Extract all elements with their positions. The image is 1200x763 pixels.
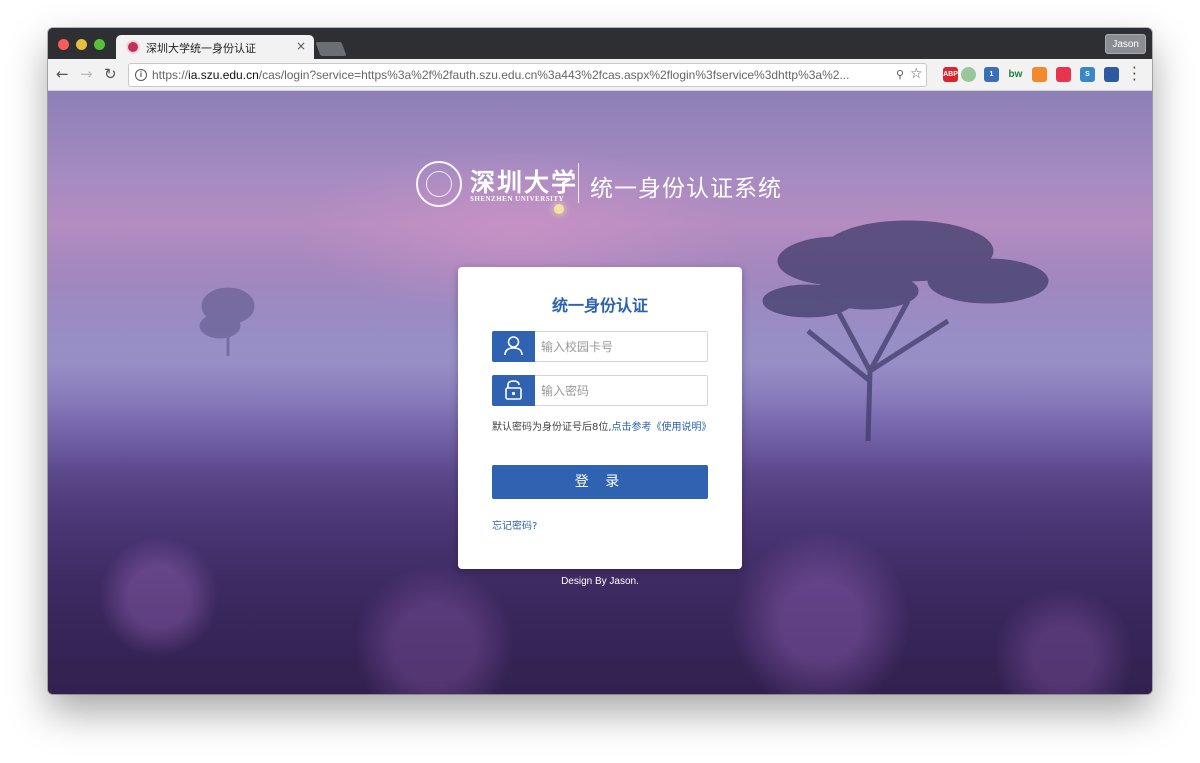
close-window-button[interactable] <box>58 39 69 50</box>
password-field[interactable] <box>492 375 708 406</box>
forgot-password-link[interactable]: 忘记密码? <box>492 517 537 532</box>
username-field[interactable] <box>492 331 708 362</box>
browser-window: 深圳大学统一身份认证 × Jason ← → ↻ i https://ia.sz… <box>48 28 1152 694</box>
abp-icon[interactable]: ABP <box>943 67 958 82</box>
minimize-window-button[interactable] <box>76 39 87 50</box>
info-icon[interactable]: i <box>135 69 147 81</box>
password-input[interactable] <box>541 381 701 401</box>
university-name-en: SHENZHEN UNIVERSITY <box>470 195 565 203</box>
address-bar[interactable]: i https://ia.szu.edu.cn/cas/login?servic… <box>128 63 927 87</box>
forward-arrow-icon[interactable]: → <box>80 65 93 83</box>
green-dot-icon[interactable] <box>961 67 976 82</box>
new-tab-button[interactable] <box>315 42 347 56</box>
maximize-window-button[interactable] <box>94 39 105 50</box>
key-icon[interactable]: ⚲ <box>896 68 904 81</box>
arrow-extension-icon[interactable] <box>1104 67 1119 82</box>
s-extension-icon[interactable]: S <box>1080 67 1095 82</box>
url-path: /cas/login?service=https%3a%2f%2fauth.sz… <box>258 68 850 82</box>
login-card: 统一身份认证 输入校园卡号 默认密码为身份证号后8位,点击参考《使用说明》 登 … <box>458 267 742 569</box>
large-tree-icon <box>762 220 1049 442</box>
unlock-icon <box>492 375 535 406</box>
small-tree-icon <box>199 287 255 356</box>
design-credit: Design By Jason. <box>561 576 639 587</box>
bw-icon[interactable]: bw <box>1008 67 1023 82</box>
url-scheme: https:// <box>152 68 189 82</box>
password-hint: 默认密码为身份证号后8位,点击参考《使用说明》 <box>492 420 712 435</box>
profile-button[interactable]: Jason <box>1105 34 1146 54</box>
url-host: ia.szu.edu.cn <box>188 68 259 82</box>
sun-glow <box>554 204 564 214</box>
checkmark-extension-icon[interactable] <box>1056 67 1071 82</box>
university-name-cn: 深圳大学 <box>470 168 579 197</box>
back-arrow-icon[interactable]: ← <box>56 65 69 83</box>
tab-title: 深圳大学统一身份认证 <box>146 42 256 55</box>
tab-close-icon[interactable]: × <box>296 39 306 53</box>
usage-guide-link[interactable]: 点击参考《使用说明》 <box>612 422 712 433</box>
university-seal-icon <box>416 161 462 207</box>
browser-menu-icon[interactable]: · · · <box>1132 61 1137 88</box>
orange-extension-icon[interactable] <box>1032 67 1047 82</box>
system-name: 统一身份认证系统 <box>590 176 782 202</box>
url-text[interactable]: https://ia.szu.edu.cn/cas/login?service=… <box>152 68 849 82</box>
user-icon <box>492 331 535 362</box>
username-input[interactable] <box>541 337 701 357</box>
badge-extension-icon[interactable]: 1 <box>984 67 999 82</box>
browser-toolbar: ← → ↻ i https://ia.szu.edu.cn/cas/login?… <box>48 59 1152 91</box>
logo-divider <box>578 163 579 203</box>
login-page: 深圳大学 SHENZHEN UNIVERSITY 统一身份认证系统 统一身份认证 <box>48 91 1152 694</box>
szu-favicon-icon <box>126 40 140 54</box>
login-title: 统一身份认证 <box>551 296 648 315</box>
bookmark-star-icon[interactable]: ☆ <box>910 66 923 82</box>
tab-strip: 深圳大学统一身份认证 × Jason <box>48 28 1152 59</box>
hint-text: 默认密码为身份证号后8位, <box>492 422 612 433</box>
reload-icon[interactable]: ↻ <box>104 65 117 83</box>
tab-szu-auth[interactable]: 深圳大学统一身份认证 × <box>116 35 314 59</box>
login-button[interactable]: 登 录 <box>492 465 708 499</box>
